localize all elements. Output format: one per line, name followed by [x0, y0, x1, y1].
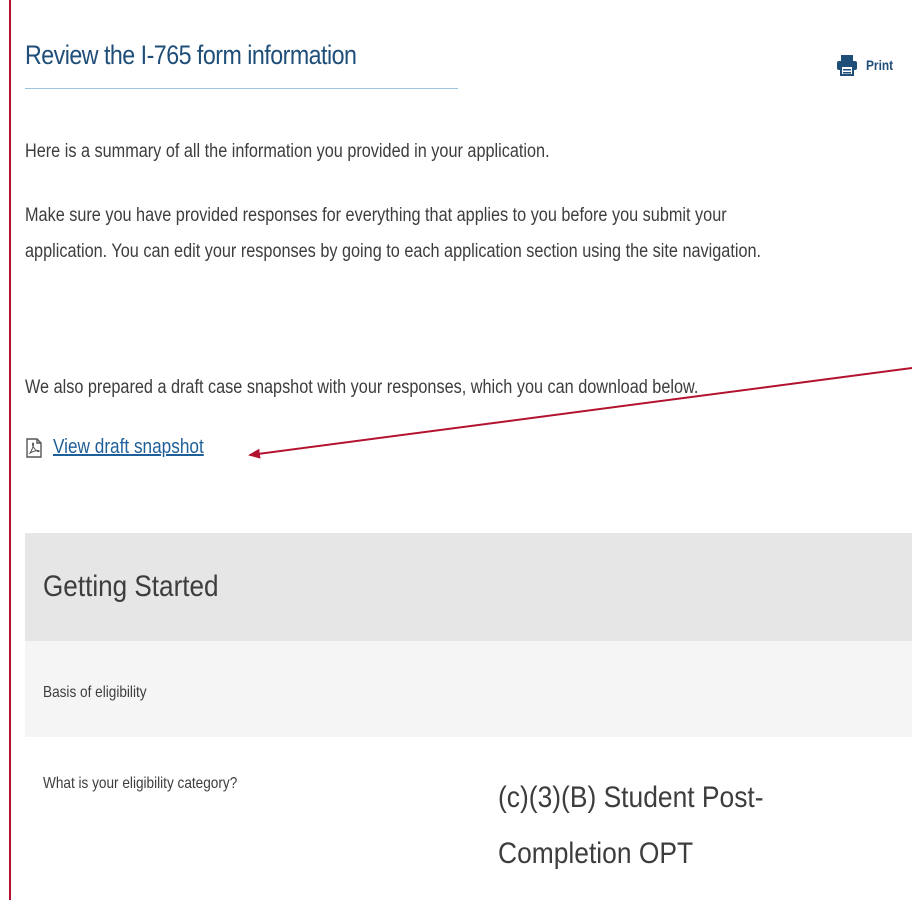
review-page: Review the I-765 form information Print …	[0, 0, 912, 900]
printer-icon	[836, 54, 858, 76]
page-title: Review the I-765 form information	[25, 40, 357, 70]
intro-paragraph-2-line-2: application. You can edit your responses…	[25, 241, 762, 262]
intro-paragraph-3: We also prepared a draft case snapshot w…	[25, 377, 699, 398]
answer-value: (c)(3)(B) Student Post-Completion OPT	[498, 781, 764, 870]
title-underline	[25, 88, 458, 89]
section-header-getting-started: Getting Started	[25, 533, 912, 641]
subsection-row: Basis of eligibility	[25, 641, 912, 737]
subsection-label: Basis of eligibility	[43, 684, 147, 701]
print-button[interactable]: Print	[836, 54, 898, 76]
left-accent-border	[9, 0, 11, 900]
intro-paragraph-2-line-1: Make sure you have provided responses fo…	[25, 205, 727, 226]
view-draft-snapshot-link[interactable]: View draft snapshot	[25, 436, 228, 459]
section-title: Getting Started	[43, 570, 219, 603]
intro-paragraph-1: Here is a summary of all the information…	[25, 141, 550, 162]
print-label: Print	[866, 57, 894, 73]
view-draft-snapshot-label: View draft snapshot	[53, 436, 204, 458]
pdf-icon	[25, 437, 43, 458]
question-label: What is your eligibility category?	[43, 775, 238, 792]
